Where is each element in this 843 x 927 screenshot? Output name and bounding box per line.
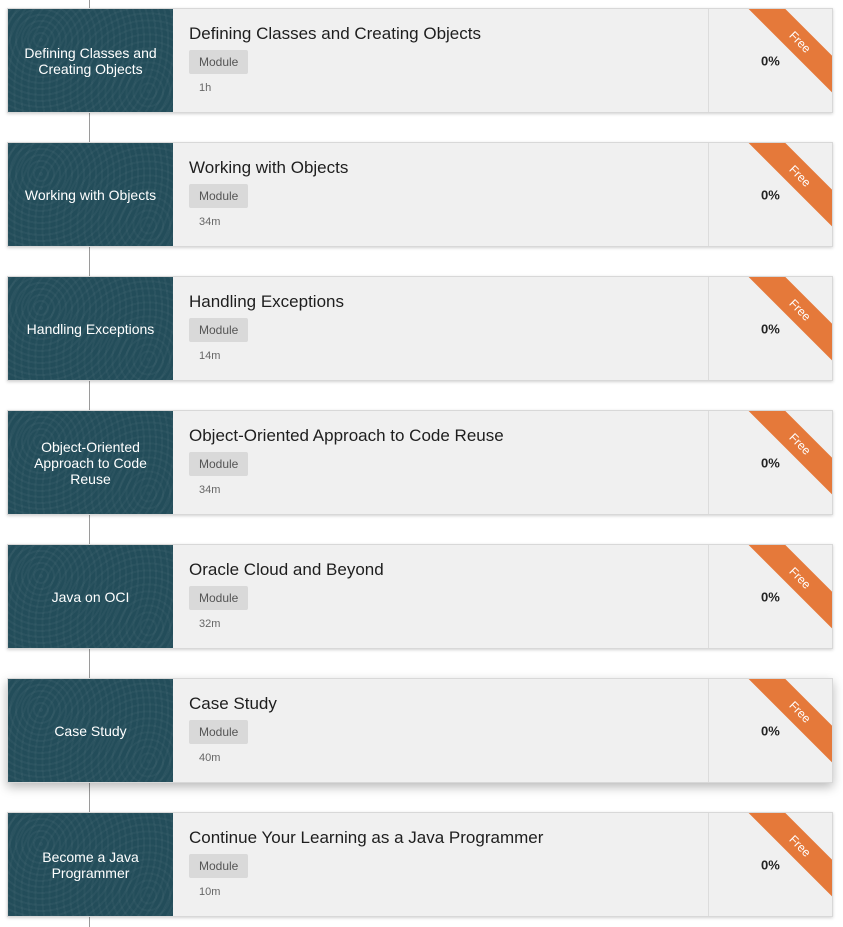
module-title[interactable]: Defining Classes and Creating Objects — [189, 23, 692, 45]
module-title[interactable]: Continue Your Learning as a Java Program… — [189, 827, 692, 849]
module-card[interactable]: Object-Oriented Approach to Code Reuse O… — [7, 410, 833, 515]
module-type-badge: Module — [189, 720, 249, 744]
module-thumbnail[interactable]: Working with Objects — [8, 143, 173, 246]
module-thumbnail[interactable]: Case Study — [8, 679, 173, 782]
module-body: Defining Classes and Creating Objects Mo… — [173, 9, 708, 112]
thumbnail-label: Defining Classes and Creating Objects — [24, 44, 157, 77]
free-ribbon: Free — [744, 143, 832, 232]
module-card[interactable]: Case Study Case Study Module 40m 0% Free — [7, 678, 833, 783]
progress-column: 0% Free — [708, 9, 832, 112]
module-body: Oracle Cloud and Beyond Module 32m — [173, 545, 708, 648]
module-duration: 32m — [199, 618, 221, 630]
thumbnail-label: Object-Oriented Approach to Code Reuse — [34, 438, 147, 487]
progress-percent: 0% — [761, 455, 780, 470]
module-card[interactable]: Defining Classes and Creating Objects De… — [7, 8, 833, 113]
progress-column: 0% Free — [708, 545, 832, 648]
thumbnail-label: Handling Exceptions — [26, 320, 155, 337]
module-title[interactable]: Handling Exceptions — [189, 291, 692, 313]
module-type-badge: Module — [189, 318, 249, 342]
free-ribbon: Free — [744, 545, 832, 634]
thumbnail-label: Case Study — [54, 722, 127, 739]
module-type-badge: Module — [189, 586, 249, 610]
free-ribbon: Free — [744, 411, 832, 500]
progress-percent: 0% — [761, 187, 780, 202]
module-type-badge: Module — [189, 854, 249, 878]
thumbnail-label: Become a Java Programmer — [42, 848, 139, 881]
module-card[interactable]: Working with Objects Working with Object… — [7, 142, 833, 247]
progress-percent: 0% — [761, 589, 780, 604]
thumbnail-label: Working with Objects — [24, 186, 157, 203]
module-title[interactable]: Case Study — [189, 693, 692, 715]
module-duration: 14m — [199, 350, 221, 362]
module-body: Case Study Module 40m — [173, 679, 708, 782]
free-ribbon: Free — [744, 9, 832, 98]
free-ribbon: Free — [744, 277, 832, 366]
module-title[interactable]: Oracle Cloud and Beyond — [189, 559, 692, 581]
module-body: Continue Your Learning as a Java Program… — [173, 813, 708, 916]
module-body: Object-Oriented Approach to Code Reuse M… — [173, 411, 708, 514]
progress-column: 0% Free — [708, 411, 832, 514]
progress-percent: 0% — [761, 53, 780, 68]
free-ribbon: Free — [744, 813, 832, 902]
module-duration: 34m — [199, 484, 221, 496]
module-title[interactable]: Working with Objects — [189, 157, 692, 179]
progress-percent: 0% — [761, 723, 780, 738]
progress-percent: 0% — [761, 857, 780, 872]
module-card[interactable]: Handling Exceptions Handling Exceptions … — [7, 276, 833, 381]
module-title[interactable]: Object-Oriented Approach to Code Reuse — [189, 425, 692, 447]
progress-percent: 0% — [761, 321, 780, 336]
module-type-badge: Module — [189, 50, 249, 74]
module-thumbnail[interactable]: Java on OCI — [8, 545, 173, 648]
progress-column: 0% Free — [708, 813, 832, 916]
progress-column: 0% Free — [708, 143, 832, 246]
module-type-badge: Module — [189, 184, 249, 208]
module-thumbnail[interactable]: Defining Classes and Creating Objects — [8, 9, 173, 112]
module-thumbnail[interactable]: Become a Java Programmer — [8, 813, 173, 916]
thumbnail-label: Java on OCI — [51, 588, 130, 605]
module-duration: 34m — [199, 216, 221, 228]
module-card[interactable]: Java on OCI Oracle Cloud and Beyond Modu… — [7, 544, 833, 649]
module-duration: 1h — [199, 82, 212, 94]
progress-column: 0% Free — [708, 277, 832, 380]
progress-column: 0% Free — [708, 679, 832, 782]
module-thumbnail[interactable]: Handling Exceptions — [8, 277, 173, 380]
free-ribbon: Free — [744, 679, 832, 768]
module-type-badge: Module — [189, 452, 249, 476]
module-duration: 40m — [199, 752, 221, 764]
module-body: Handling Exceptions Module 14m — [173, 277, 708, 380]
module-body: Working with Objects Module 34m — [173, 143, 708, 246]
module-thumbnail[interactable]: Object-Oriented Approach to Code Reuse — [8, 411, 173, 514]
module-card[interactable]: Become a Java Programmer Continue Your L… — [7, 812, 833, 917]
module-duration: 10m — [199, 886, 221, 898]
